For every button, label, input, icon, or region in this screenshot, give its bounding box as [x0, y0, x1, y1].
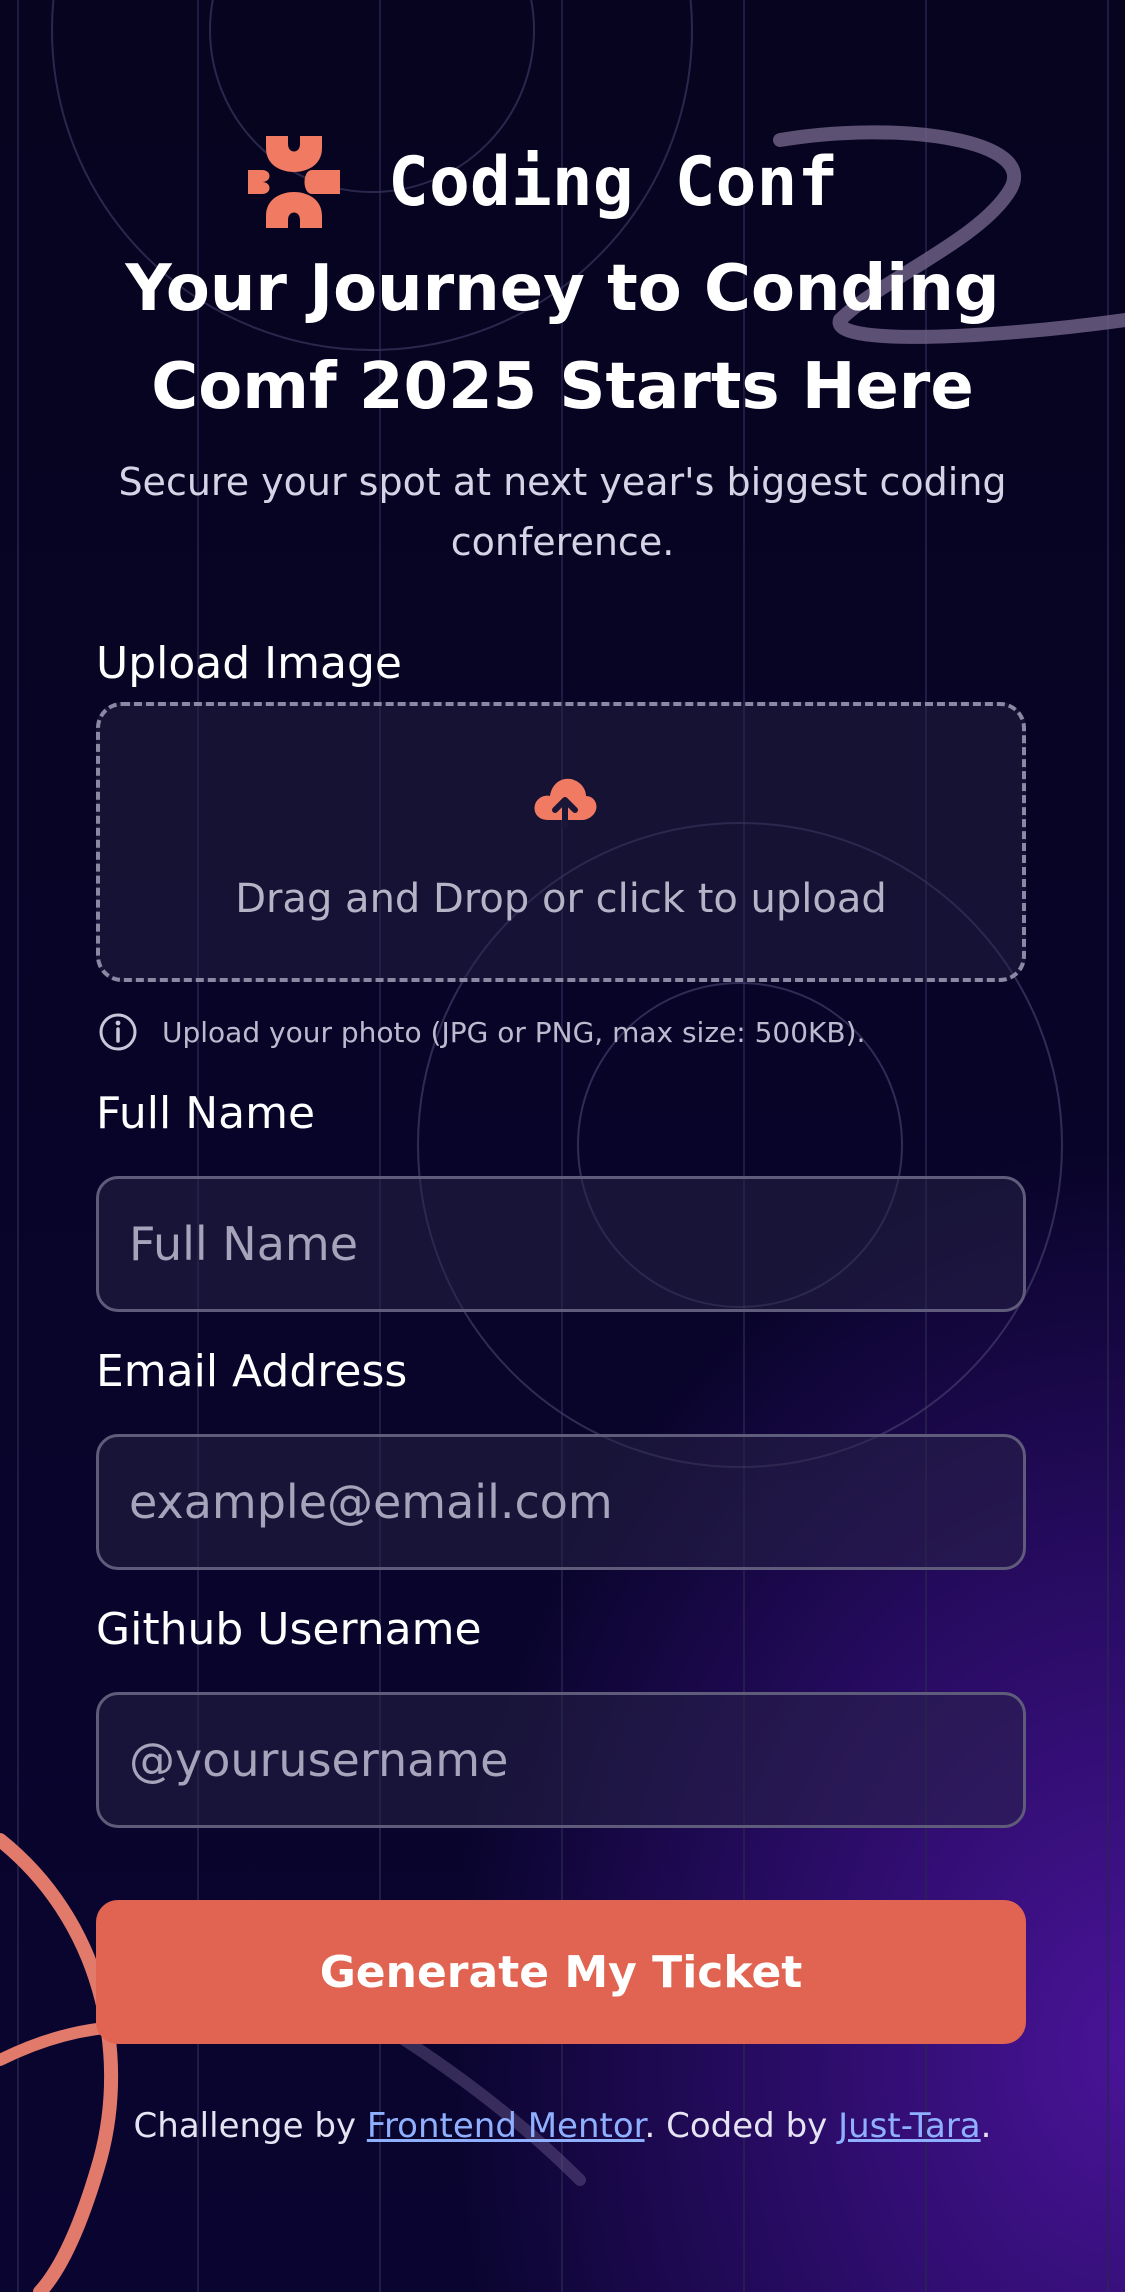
brand-logo: Coding Conf [248, 134, 838, 230]
coding-conf-logo-icon [248, 136, 340, 228]
email-label: Email Address [96, 1346, 408, 1397]
info-icon [99, 1013, 137, 1051]
image-upload-dropzone[interactable]: Drag and Drop or click to upload [96, 702, 1026, 982]
author-link[interactable]: Just-Tara [838, 2106, 981, 2146]
footer-middle: . Coded by [644, 2106, 839, 2146]
generate-ticket-button[interactable]: Generate My Ticket [96, 1900, 1026, 2044]
page-content: Coding Conf Your Journey to Conding Comf… [0, 0, 1125, 2292]
github-username-input[interactable] [96, 1692, 1026, 1828]
page-subtitle: Secure your spot at next year's biggest … [118, 460, 1007, 564]
attribution-footer: Challenge by Frontend Mentor. Coded by J… [0, 2106, 1125, 2146]
footer-prefix: Challenge by [133, 2106, 367, 2146]
full-name-label: Full Name [96, 1088, 316, 1139]
upload-prompt: Drag and Drop or click to upload [235, 876, 887, 922]
github-username-label: Github Username [96, 1604, 482, 1655]
upload-hint-text: Upload your photo (JPG or PNG, max size:… [162, 1015, 866, 1049]
upload-image-label: Upload Image [96, 638, 402, 689]
full-name-input[interactable] [96, 1176, 1026, 1312]
brand-name: Coding Conf [388, 142, 839, 222]
footer-suffix: . [980, 2106, 992, 2146]
page-title: Your Journey to Conding Comf 2025 Starts… [125, 252, 1000, 424]
upload-cloud-icon [534, 778, 597, 829]
upload-hint: Upload your photo (JPG or PNG, max size:… [98, 1010, 865, 1054]
frontend-mentor-link[interactable]: Frontend Mentor [367, 2106, 645, 2146]
email-input[interactable] [96, 1434, 1026, 1570]
